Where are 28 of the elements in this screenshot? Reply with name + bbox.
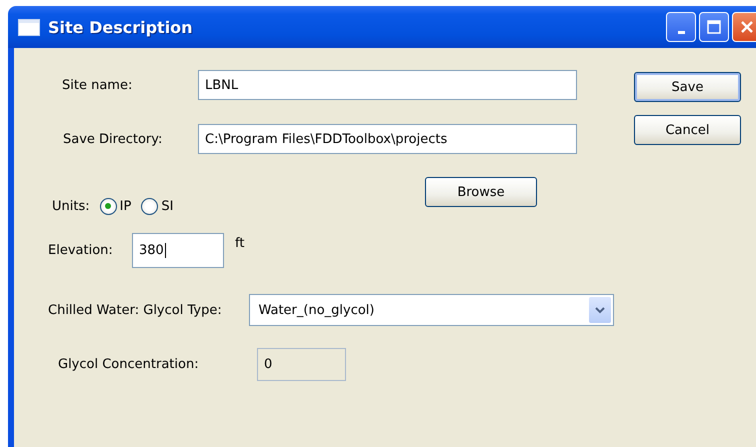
elevation-label: Elevation: — [48, 243, 114, 258]
close-button[interactable] — [732, 12, 756, 42]
window-icon — [18, 18, 40, 36]
units-label: Units: — [52, 198, 90, 214]
minimize-icon — [678, 30, 684, 34]
maximize-icon — [706, 19, 722, 35]
radio-button[interactable]: SI — [141, 198, 174, 214]
minimize-button[interactable] — [666, 12, 696, 42]
elevation-field[interactable]: 380 — [132, 233, 224, 268]
unit-label: ft — [235, 236, 244, 251]
glycol-concentration-label: Glycol Concentration: — [58, 357, 200, 372]
field-label: Save Directory: — [63, 132, 164, 146]
field-label: Site name: — [62, 78, 134, 92]
radio-label: SI — [161, 198, 174, 214]
save-button[interactable]: Save — [634, 72, 741, 102]
browse-button[interactable]: Browse — [425, 177, 537, 207]
cancel-button[interactable]: Cancel — [634, 115, 741, 145]
text-field[interactable]: C:\Program Files\FDDToolbox\projects — [198, 124, 577, 154]
maximize-button[interactable] — [699, 12, 729, 42]
glycol-type-dropdown[interactable]: Water_(no_glycol) — [249, 294, 614, 326]
radio-label: IP — [120, 198, 132, 214]
dropdown-value: Water_(no_glycol) — [258, 302, 376, 318]
text-field[interactable]: LBNL — [198, 70, 577, 100]
window-title: Site Description — [48, 18, 193, 36]
close-icon — [739, 19, 755, 35]
radio-button[interactable]: IP — [100, 198, 132, 214]
glycol-type-label: Chilled Water: Glycol Type: — [48, 302, 223, 318]
glycol-concentration-field: 0 — [257, 348, 346, 381]
